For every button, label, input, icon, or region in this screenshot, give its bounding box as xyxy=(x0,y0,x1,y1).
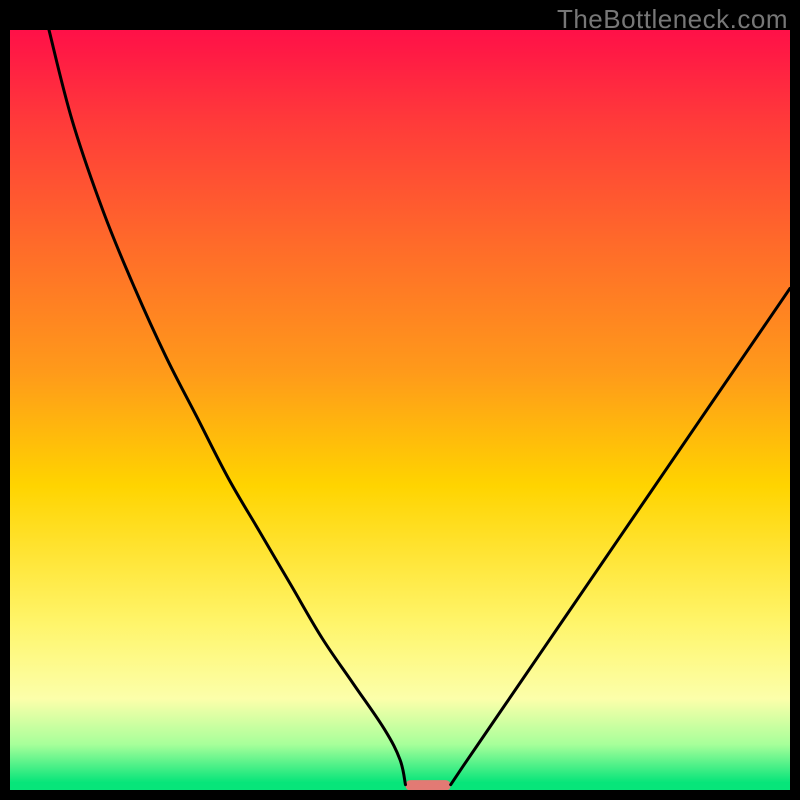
marker-layer xyxy=(405,780,450,790)
bottom-pill xyxy=(405,780,450,790)
watermark-text: TheBottleneck.com xyxy=(557,4,788,35)
chart-frame: TheBottleneck.com xyxy=(0,0,800,800)
plot-area xyxy=(10,30,790,790)
chart-svg xyxy=(10,30,790,790)
gradient-bg xyxy=(10,30,790,790)
